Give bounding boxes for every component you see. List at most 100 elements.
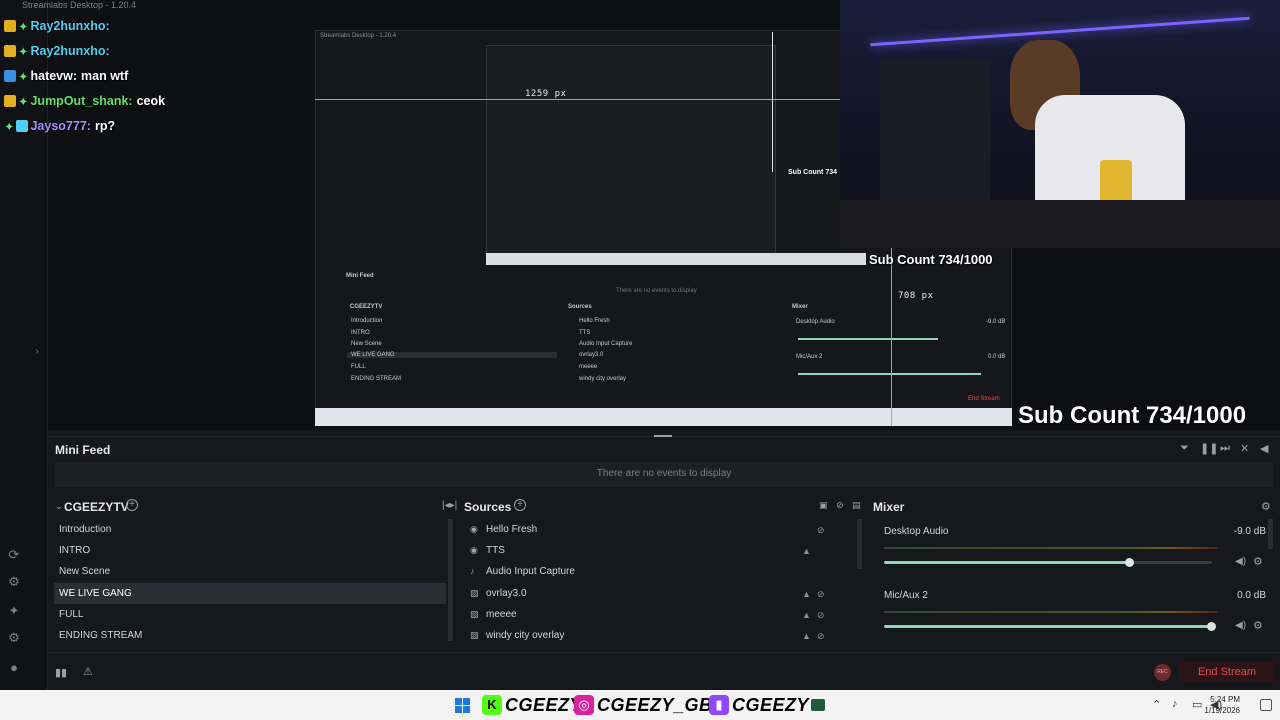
notification-icon[interactable] (1260, 699, 1272, 711)
chevron-down-icon[interactable]: ⌄ (55, 501, 63, 512)
width-measure-label: 1259 px (525, 89, 567, 99)
chat-username: hatevw: (30, 69, 78, 83)
app-taskbar-icon[interactable] (811, 699, 825, 711)
tools-icon[interactable]: ✦ (7, 604, 21, 618)
shelf (880, 60, 990, 200)
scene-collection-title[interactable]: CGEEZYTV (64, 500, 129, 514)
nested-source: meeee (579, 364, 598, 370)
nested-inner-taskbar (486, 253, 866, 265)
windows-start-icon[interactable] (455, 698, 470, 713)
scenes-scrollbar[interactable] (448, 519, 453, 641)
nested-mic-slider (798, 373, 981, 375)
guide-line-horizontal (315, 99, 840, 100)
add-source-icon[interactable]: + (514, 499, 526, 511)
visibility-hidden-icon[interactable]: ⊘ (817, 589, 825, 600)
gear-icon[interactable]: ⚙ (1253, 619, 1263, 632)
filter-icon[interactable]: ⏷ (1180, 442, 1189, 455)
stats-icon[interactable]: ▮▮ (55, 666, 67, 679)
sources-scrollbar[interactable] (857, 519, 862, 569)
volume-knob[interactable] (1125, 558, 1134, 567)
system-clock[interactable]: 5:24 PM 1/19/2026 (1204, 694, 1240, 716)
scene-item[interactable]: New Scene (54, 561, 446, 582)
lock-icon[interactable]: ▲ (802, 610, 811, 620)
lock-icon[interactable]: ▲ (802, 631, 811, 641)
nested-scene-active: WE LIVE GANG (347, 352, 557, 358)
sparkle-icon: ✦ (18, 94, 29, 109)
settings-nav-icon[interactable]: ⚙ (7, 575, 21, 589)
mixer-settings-icon[interactable]: ⚙ (1261, 500, 1271, 513)
skip-icon[interactable]: ⏭ (1220, 442, 1230, 455)
volume-slider[interactable] (884, 622, 1216, 631)
globe-icon: ◉ (470, 545, 478, 555)
tray-chevron-icon[interactable]: ⌃ (1152, 698, 1161, 711)
volume-slider[interactable] (884, 558, 1212, 567)
folder-icon[interactable]: ▣ (819, 500, 828, 511)
source-label: windy city overlay (486, 630, 565, 641)
gear-icon[interactable]: ⚙ (7, 631, 21, 645)
image-icon: ▧ (470, 588, 479, 598)
source-item[interactable]: ♪ Audio Input Capture (470, 561, 850, 582)
scene-item[interactable]: FULL (54, 604, 446, 625)
source-item[interactable]: ▧ ovrlay3.0 (470, 583, 850, 604)
mute-alerts-icon[interactable]: ✕ (1240, 442, 1249, 455)
nested-scene: New Scene (351, 341, 382, 347)
nested-scene: INTRO (351, 330, 370, 336)
chat-overlay: Streamlabs Desktop - 1.20.4 ✦ Ray2hunxho… (0, 0, 300, 140)
add-scene-collection-icon[interactable]: + (126, 499, 138, 511)
source-settings-icon[interactable]: ▤ (852, 500, 861, 511)
sub-badge-icon (4, 95, 16, 107)
scene-transitions-icon[interactable]: |◂▸| (442, 500, 457, 511)
visibility-hidden-icon[interactable]: ⊘ (817, 610, 825, 621)
scene-item-active[interactable]: WE LIVE GANG (54, 583, 446, 604)
lock-all-icon[interactable]: ⊘ (836, 500, 844, 511)
nested-no-events: There are no events to display (616, 288, 697, 294)
record-button[interactable]: REC (1154, 664, 1171, 681)
desk (840, 200, 1280, 248)
scene-item[interactable]: INTRO (54, 540, 446, 561)
source-label: meeee (486, 609, 517, 620)
channel-name: Mic/Aux 2 (884, 590, 928, 601)
lock-icon[interactable]: ▲ (802, 589, 811, 599)
end-stream-button[interactable]: End Stream (1179, 662, 1275, 682)
chat-username: JumpOut_shank: (30, 94, 133, 108)
nested-source: Hello Fresh (579, 318, 610, 324)
instagram-username: CGEEZY_GBC (597, 694, 727, 715)
nested-source: Audio Input Capture (579, 341, 633, 347)
source-item[interactable]: ▧ meeee (470, 604, 850, 625)
network-icon[interactable]: ▭ (1192, 698, 1202, 711)
scene-item[interactable]: Introduction (54, 519, 446, 540)
nested-sub-count: Sub Count 734 (788, 169, 838, 176)
visibility-hidden-icon[interactable]: ⊘ (817, 525, 825, 536)
nested-windows-taskbar (315, 408, 1012, 426)
source-label: TTS (486, 545, 505, 556)
mixer-scrollbar[interactable] (1268, 519, 1273, 549)
source-item[interactable]: ◉ Hello Fresh (470, 519, 850, 540)
visibility-hidden-icon[interactable]: ⊘ (817, 631, 825, 642)
nested-desktop-audio: Desktop Audio (796, 319, 835, 325)
scenes-dock: ⌄ CGEEZYTV + |◂▸| Introduction INTRO New… (48, 495, 458, 650)
gear-icon[interactable]: ⚙ (1253, 555, 1263, 568)
bottom-status-bar: ▮▮ ⚠ REC End Stream (48, 652, 1280, 690)
volume-knob[interactable] (1207, 622, 1216, 631)
profile-icon[interactable]: ● (7, 661, 21, 675)
source-item[interactable]: ◉ TTS (470, 540, 850, 561)
nested-source: ovrlay3.0 (579, 352, 604, 358)
scene-item[interactable]: ENDING STREAM (54, 625, 446, 646)
nested-source: windy city overlay (579, 376, 627, 382)
volume-icon[interactable]: ◀ (1260, 442, 1268, 455)
alert-icon[interactable]: ⚠ (83, 665, 93, 678)
chevron-right-icon[interactable]: › (30, 345, 44, 359)
scene-editor-icon[interactable]: ⟳ (7, 548, 21, 562)
pause-icon[interactable]: ❚❚ (1200, 442, 1218, 455)
source-item[interactable]: ▧ windy city overlay (470, 625, 850, 646)
source-label: Audio Input Capture (486, 566, 575, 577)
chat-message: ✦ Jayso777: rp? (4, 116, 115, 136)
sparkle-icon: ✦ (18, 69, 29, 84)
speaker-icon[interactable]: ◀) (1235, 556, 1246, 567)
sub-badge-icon (4, 20, 16, 32)
nested-source: TTS (579, 330, 591, 336)
microphone-tray-icon[interactable]: ♪ (1172, 698, 1178, 710)
lock-icon[interactable]: ▲ (802, 546, 811, 556)
resize-handle[interactable] (654, 435, 672, 437)
speaker-icon[interactable]: ◀) (1235, 620, 1246, 631)
